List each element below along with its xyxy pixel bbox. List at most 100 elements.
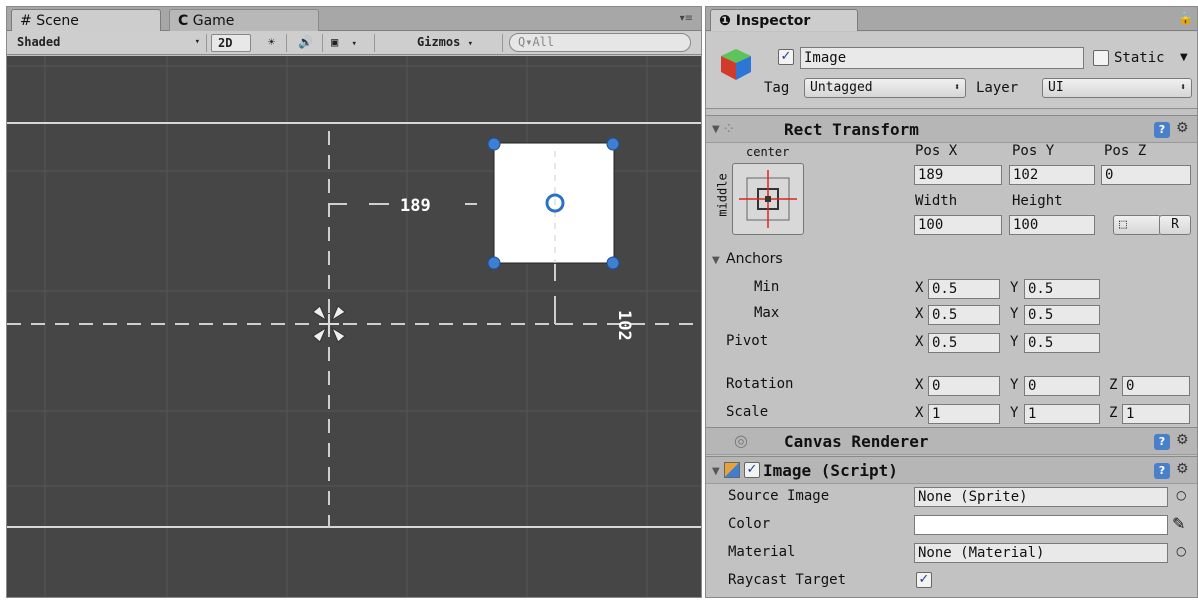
active-checkbox[interactable]: ✓ (778, 49, 794, 65)
anchor-presets-button[interactable] (732, 163, 804, 235)
source-image-field[interactable]: None (Sprite) (914, 487, 1168, 507)
chevron-down-icon: ▾ (194, 37, 200, 47)
height-field[interactable]: 100 (1009, 215, 1095, 235)
2d-mode-toggle[interactable]: 2D (211, 34, 251, 52)
info-icon: ❶ (719, 13, 731, 29)
effects-dropdown[interactable]: ▣ ▾ (325, 34, 375, 52)
image-enabled-checkbox[interactable]: ✓ (744, 462, 760, 478)
raycast-target-checkbox[interactable]: ✓ (916, 572, 932, 588)
material-label: Material (728, 544, 796, 560)
image-rect[interactable] (487, 137, 620, 270)
image-component-icon (724, 462, 740, 478)
help-icon[interactable]: ? (1154, 434, 1170, 450)
material-field[interactable]: None (Material) (914, 543, 1168, 563)
static-checkbox[interactable]: ✓ (1093, 50, 1109, 66)
tag-label: Tag (764, 80, 790, 96)
pos-z-field[interactable]: 0 (1101, 165, 1191, 185)
tab-inspector[interactable]: ❶ Inspector (710, 9, 858, 31)
scene-tab-icon: # (20, 13, 32, 29)
pivot-x-field[interactable]: 0.5 (928, 333, 1000, 353)
lock-icon[interactable]: 🔒 (1178, 11, 1193, 25)
tag-dropdown[interactable]: Untagged ⬍ (804, 78, 966, 98)
pos-x-field[interactable]: 189 (914, 165, 1002, 185)
corner-handle-tl[interactable] (487, 137, 501, 151)
rotation-x-field[interactable]: 0 (928, 376, 1000, 396)
anchor-max-label: Max (754, 305, 780, 321)
help-icon[interactable]: ? (1154, 463, 1170, 479)
foldout-arrow-icon[interactable]: ▼ (712, 124, 720, 135)
scene-panel: # Scene C Game ▾≡ Shaded ▾ 2D ☀ 🔊 ▣ ▾ Gi… (6, 6, 702, 598)
updown-icon: ⬍ (953, 82, 960, 93)
shading-mode-value: Shaded (17, 35, 61, 49)
corner-handle-tr[interactable] (606, 137, 620, 151)
layer-dropdown[interactable]: UI ⬍ (1042, 78, 1192, 98)
axis-x-label: X (915, 334, 924, 350)
scale-label: Scale (726, 404, 769, 420)
width-header: Width (915, 193, 958, 209)
axis-z-label: Z (1109, 405, 1118, 421)
anchor-min-x-field[interactable]: 0.5 (928, 279, 1000, 299)
gameobject-header: ✓ Image ✓ Static ▼ Tag Untagged ⬍ Layer U… (706, 32, 1197, 109)
axis-x-label: X (915, 280, 924, 296)
rect-transform-body: center middle Pos X Pos Y Pos Z 189 102 … (706, 143, 1197, 425)
gear-icon[interactable]: ⚙ (1176, 461, 1189, 477)
inspector-tabbar: ❶ Inspector 🔒 (706, 7, 1197, 31)
scale-z-field[interactable]: 1 (1122, 404, 1190, 424)
rect-transform-header[interactable]: ▼ ⁘ Rect Transform ? ⚙ (706, 115, 1197, 143)
image-script-header[interactable]: ▼ ✓ Image (Script) ? ⚙ (706, 456, 1197, 484)
color-field[interactable] (914, 515, 1168, 535)
anchor-preset-icon (739, 170, 797, 228)
eyedropper-icon[interactable]: ✎ (1172, 514, 1185, 533)
scale-y-field[interactable]: 1 (1024, 404, 1100, 424)
anchor-v-label: middle (715, 173, 730, 217)
axis-x-label: X (915, 405, 924, 421)
pivot-y-field[interactable]: 0.5 (1024, 333, 1100, 353)
gizmos-label: Gizmos (417, 35, 461, 49)
shading-mode-dropdown[interactable]: Shaded ▾ (11, 34, 207, 52)
object-picker-icon[interactable]: ○ (1176, 544, 1186, 558)
anchor-min-y-field[interactable]: 0.5 (1024, 279, 1100, 299)
foldout-arrow-icon[interactable]: ▼ (712, 466, 720, 477)
object-name-input[interactable]: Image (800, 47, 1084, 69)
scene-tabbar: # Scene C Game ▾≡ (7, 7, 701, 31)
rotation-y-field[interactable]: 0 (1024, 376, 1100, 396)
chevron-down-icon[interactable]: ▼ (1180, 52, 1188, 63)
scene-search-input[interactable]: Q▾All (509, 33, 691, 52)
rect-transform-icon: ⁘ (722, 119, 736, 138)
anchor-max-x-field[interactable]: 0.5 (928, 305, 1000, 325)
tab-scene[interactable]: # Scene (11, 9, 161, 31)
anchors-label: Anchors (726, 251, 783, 267)
raw-edit-button[interactable]: R (1159, 215, 1191, 235)
rotation-z-field[interactable]: 0 (1122, 376, 1190, 396)
audio-toggle[interactable]: 🔊 (289, 34, 323, 52)
panel-menu-icon[interactable]: ▾≡ (680, 13, 693, 24)
sun-icon: ☀ (267, 35, 276, 49)
scene-tab-label: Scene (36, 13, 79, 29)
scene-toolbar: Shaded ▾ 2D ☀ 🔊 ▣ ▾ Gizmos ▾ Q▾All (7, 31, 701, 55)
scene-viewport[interactable]: 189 102 (7, 56, 701, 597)
width-field[interactable]: 100 (914, 215, 1002, 235)
lighting-toggle[interactable]: ☀ (257, 34, 287, 52)
anchors-foldout-icon[interactable]: ▼ (712, 255, 720, 266)
object-picker-icon[interactable]: ○ (1176, 488, 1186, 502)
tag-value: Untagged (810, 80, 873, 95)
blueprint-mode-button[interactable]: ⬚ (1113, 215, 1161, 235)
image-script-body: Source Image None (Sprite) ○ Color ✎ Mat… (706, 484, 1197, 597)
gear-icon[interactable]: ⚙ (1176, 432, 1189, 448)
updown-icon: ⬍ (1179, 82, 1186, 93)
pos-y-header: Pos Y (1012, 143, 1055, 159)
search-icon: Q▾ (518, 35, 533, 49)
gear-icon[interactable]: ⚙ (1176, 120, 1189, 136)
tab-game[interactable]: C Game (169, 9, 319, 31)
axis-y-label: Y (1010, 377, 1019, 393)
axis-z-label: Z (1109, 377, 1118, 393)
anchor-max-y-field[interactable]: 0.5 (1024, 305, 1100, 325)
canvas-renderer-header[interactable]: ◎ Canvas Renderer ? ⚙ (706, 427, 1197, 455)
scale-x-field[interactable]: 1 (928, 404, 1000, 424)
pos-y-field[interactable]: 102 (1009, 165, 1095, 185)
blueprint-icon: ⬚ (1119, 217, 1127, 232)
corner-handle-bl[interactable] (487, 256, 501, 270)
help-icon[interactable]: ? (1154, 122, 1170, 138)
gizmos-dropdown[interactable]: Gizmos ▾ (411, 34, 503, 52)
corner-handle-br[interactable] (606, 256, 620, 270)
